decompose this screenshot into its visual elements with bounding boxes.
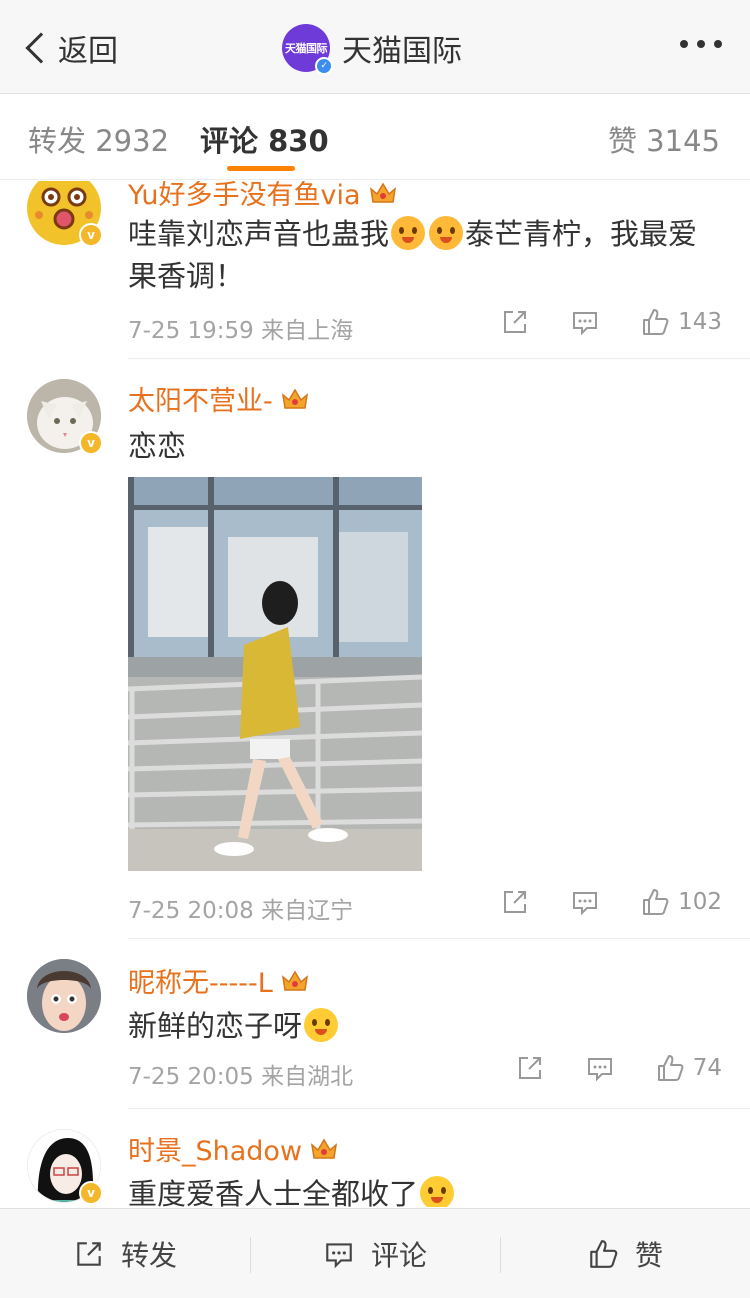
thumbs-up-icon[interactable] (640, 887, 670, 917)
crown-icon (281, 387, 309, 411)
username-text: 时景_Shadow (128, 1136, 303, 1167)
like-count: 74 (692, 1055, 722, 1081)
verified-badge-icon: v (79, 431, 103, 455)
like-count: 102 (678, 889, 722, 915)
comment-image[interactable] (128, 477, 422, 871)
comment-actions: 102 (500, 887, 722, 917)
comment-list: v Yu好多手没有鱼via 哇靠刘恋声音也蛊我 泰芒青柠，我最爱果香调！ 7-25… (0, 181, 750, 1207)
comment-icon (323, 1238, 355, 1270)
comment-location: 来自辽宁 (261, 898, 354, 924)
comment-icon[interactable] (570, 887, 600, 917)
comment-item: 昵称无-----L 新鲜的恋子呀 7-25 20:05 来自湖北 74 (0, 939, 750, 1109)
comment-label: 评论 (370, 1238, 427, 1272)
comment-text-part: 重度爱香人士全都收了 (128, 1177, 419, 1207)
username-text: Yu好多手没有鱼via (128, 181, 361, 211)
comment-actions: 74 (515, 1053, 722, 1083)
comment-meta: 7-25 19:59 来自上海 (128, 311, 353, 345)
thumbs-up-icon[interactable] (640, 307, 670, 337)
tab-repost[interactable]: 转发 2932 (28, 118, 169, 160)
avatar[interactable]: v (27, 1129, 103, 1205)
comment-date: 7-25 20:05 (128, 1064, 254, 1090)
top-nav-bar: 返回 天猫国际 ✓ 天猫国际 (0, 0, 750, 94)
verified-badge-icon: ✓ (315, 57, 333, 75)
love-emoji-icon (304, 1008, 339, 1042)
chevron-left-icon (25, 32, 57, 64)
like-label: 赞 (634, 1238, 663, 1272)
tab-comments[interactable]: 评论 830 (200, 118, 329, 160)
share-icon[interactable] (500, 307, 530, 337)
comment-username[interactable]: Yu好多手没有鱼via (128, 181, 397, 212)
comment-location: 来自湖北 (261, 1064, 354, 1090)
tab-bar: 转发 2932 评论 830 赞 3145 (0, 94, 750, 180)
bottom-action-bar: 转发 评论 赞 (0, 1208, 750, 1298)
comment-username[interactable]: 太阳不营业- (128, 379, 309, 418)
comment-username[interactable]: 时景_Shadow (128, 1129, 338, 1168)
tab-likes[interactable]: 赞 3145 (608, 118, 720, 160)
comment-button[interactable]: 评论 (250, 1209, 500, 1298)
brand-logo-text: 天猫国际 (285, 42, 328, 55)
avatar[interactable] (27, 959, 101, 1033)
comment-item: v 太阳不营业- 恋恋 7-25 20:08 来自辽宁 102 (0, 359, 750, 939)
like-count: 143 (678, 309, 722, 335)
active-tab-indicator (227, 166, 295, 171)
blush-emoji-icon (429, 216, 464, 250)
grin-emoji-icon (420, 1176, 455, 1207)
account-name: 天猫国际 (342, 34, 462, 69)
comment-date: 7-25 19:59 (128, 318, 254, 344)
comment-text: 恋恋 (128, 429, 187, 463)
comment-meta: 7-25 20:05 来自湖北 (128, 1057, 353, 1091)
share-icon[interactable] (500, 887, 530, 917)
comment-location: 来自上海 (261, 318, 354, 344)
comment-item: v Yu好多手没有鱼via 哇靠刘恋声音也蛊我 泰芒青柠，我最爱果香调！ 7-25… (0, 181, 750, 359)
comment-actions: 143 (500, 307, 722, 337)
crown-icon (369, 181, 397, 205)
page-title[interactable]: 天猫国际 ✓ 天猫国际 (282, 24, 462, 75)
comment-text-part: 哇靠刘恋声音也蛊我 (128, 217, 390, 251)
comment-text-part: 新鲜的恋子呀 (128, 1009, 303, 1043)
share-icon[interactable] (515, 1053, 545, 1083)
share-icon (73, 1238, 105, 1270)
crown-icon (281, 969, 309, 993)
avatar[interactable]: v (27, 379, 103, 455)
blush-emoji-icon (391, 216, 426, 250)
comment-username[interactable]: 昵称无-----L (128, 961, 309, 1000)
comment-date: 7-25 20:08 (128, 898, 254, 924)
comment-icon[interactable] (570, 307, 600, 337)
thumbs-up-icon (587, 1238, 619, 1270)
comment-text: 重度爱香人士全都收了 (128, 1173, 708, 1207)
comment-icon[interactable] (585, 1053, 615, 1083)
thumbs-up-icon[interactable] (655, 1053, 685, 1083)
repost-label: 转发 (120, 1238, 177, 1272)
comment-text: 哇靠刘恋声音也蛊我 泰芒青柠，我最爱果香调！ (128, 213, 708, 297)
repost-button[interactable]: 转发 (0, 1209, 250, 1298)
comment-meta: 7-25 20:08 来自辽宁 (128, 891, 353, 925)
username-text: 太阳不营业- (128, 386, 273, 417)
verified-badge-icon: v (79, 223, 103, 247)
crown-icon (310, 1137, 338, 1161)
avatar[interactable]: v (27, 181, 103, 247)
back-label: 返回 (58, 34, 118, 69)
more-icon[interactable] (680, 40, 722, 48)
back-button[interactable]: 返回 (20, 26, 118, 70)
like-button[interactable]: 赞 (500, 1209, 750, 1298)
comment-text: 新鲜的恋子呀 (128, 1005, 708, 1047)
brand-avatar: 天猫国际 ✓ (282, 24, 333, 75)
comment-item: v 时景_Shadow 重度爱香人士全都收了 (0, 1109, 750, 1207)
username-text: 昵称无-----L (128, 968, 273, 999)
verified-badge-icon: v (79, 1181, 103, 1205)
